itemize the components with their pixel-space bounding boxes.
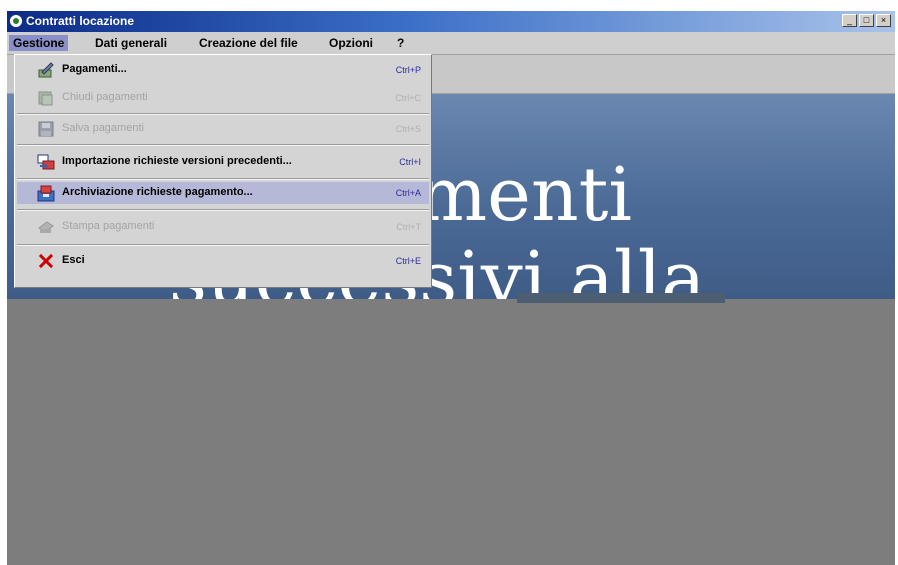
menu-bar: Gestione Dati generali Creazione del fil… xyxy=(7,32,895,55)
menu-dati-generali[interactable]: Dati generali xyxy=(91,35,171,51)
archive-icon xyxy=(37,185,55,202)
menu-item-stampa-pagamenti[interactable]: Stampa pagamenti Ctrl+T xyxy=(17,216,429,238)
app-window: Contratti locazione _ □ × Gestione Dati … xyxy=(7,11,895,565)
menu-item-chiudi-pagamenti[interactable]: Chiudi pagamenti Ctrl+C xyxy=(17,87,429,109)
menu-item-label: Stampa pagamenti xyxy=(62,220,155,232)
shortcut-label: Ctrl+E xyxy=(395,256,421,266)
splash-dark-strip xyxy=(517,293,725,303)
maximize-button[interactable]: □ xyxy=(859,14,874,27)
shortcut-label: Ctrl+I xyxy=(399,157,421,167)
menu-item-label: Archiviazione richieste pagamento... xyxy=(62,186,253,198)
menu-gestione[interactable]: Gestione xyxy=(9,35,69,51)
menu-separator xyxy=(17,178,429,180)
menu-item-label: Importazione richieste versioni preceden… xyxy=(62,155,292,167)
menu-item-pagamenti[interactable]: Pagamenti... Ctrl+P xyxy=(17,59,429,81)
menu-item-salva-pagamenti[interactable]: Salva pagamenti Ctrl+S xyxy=(17,118,429,140)
menu-item-esci[interactable]: Esci Ctrl+E xyxy=(17,250,429,272)
menu-separator xyxy=(17,209,429,211)
menu-separator xyxy=(17,144,429,146)
pen-icon xyxy=(38,62,54,78)
folder-close-icon xyxy=(38,91,53,106)
title-bar[interactable]: Contratti locazione _ □ × xyxy=(7,11,895,32)
window-controls: _ □ × xyxy=(842,14,891,27)
import-icon xyxy=(37,154,55,170)
shortcut-label: Ctrl+P xyxy=(395,65,421,75)
floppy-disk-icon xyxy=(38,121,54,137)
shortcut-label: Ctrl+T xyxy=(396,222,421,232)
shortcut-label: Ctrl+A xyxy=(395,188,421,198)
menu-help[interactable]: ? xyxy=(393,35,408,51)
menu-item-archiviazione[interactable]: Archiviazione richieste pagamento... Ctr… xyxy=(17,182,429,204)
minimize-button[interactable]: _ xyxy=(842,14,857,27)
splash-text-line-1: menti xyxy=(417,152,633,238)
shortcut-label: Ctrl+S xyxy=(395,124,421,134)
printer-icon xyxy=(38,221,54,233)
menu-separator xyxy=(17,244,429,246)
menu-opzioni[interactable]: Opzioni xyxy=(325,35,377,51)
menu-item-importazione[interactable]: Importazione richieste versioni preceden… xyxy=(17,151,429,173)
shortcut-label: Ctrl+C xyxy=(395,93,421,103)
menu-item-label: Esci xyxy=(62,254,85,266)
menu-creazione-del-file[interactable]: Creazione del file xyxy=(195,35,302,51)
menu-item-label: Pagamenti... xyxy=(62,63,127,75)
menu-item-label: Salva pagamenti xyxy=(62,122,144,134)
window-title: Contratti locazione xyxy=(26,14,135,28)
exit-x-icon xyxy=(38,253,54,269)
content-area xyxy=(7,299,895,565)
menu-item-label: Chiudi pagamenti xyxy=(62,91,148,103)
menu-separator xyxy=(17,113,429,115)
gestione-dropdown-menu: Pagamenti... Ctrl+P Chiudi pagamenti Ctr… xyxy=(14,54,432,288)
close-button[interactable]: × xyxy=(876,14,891,27)
app-logo-icon xyxy=(9,14,23,28)
